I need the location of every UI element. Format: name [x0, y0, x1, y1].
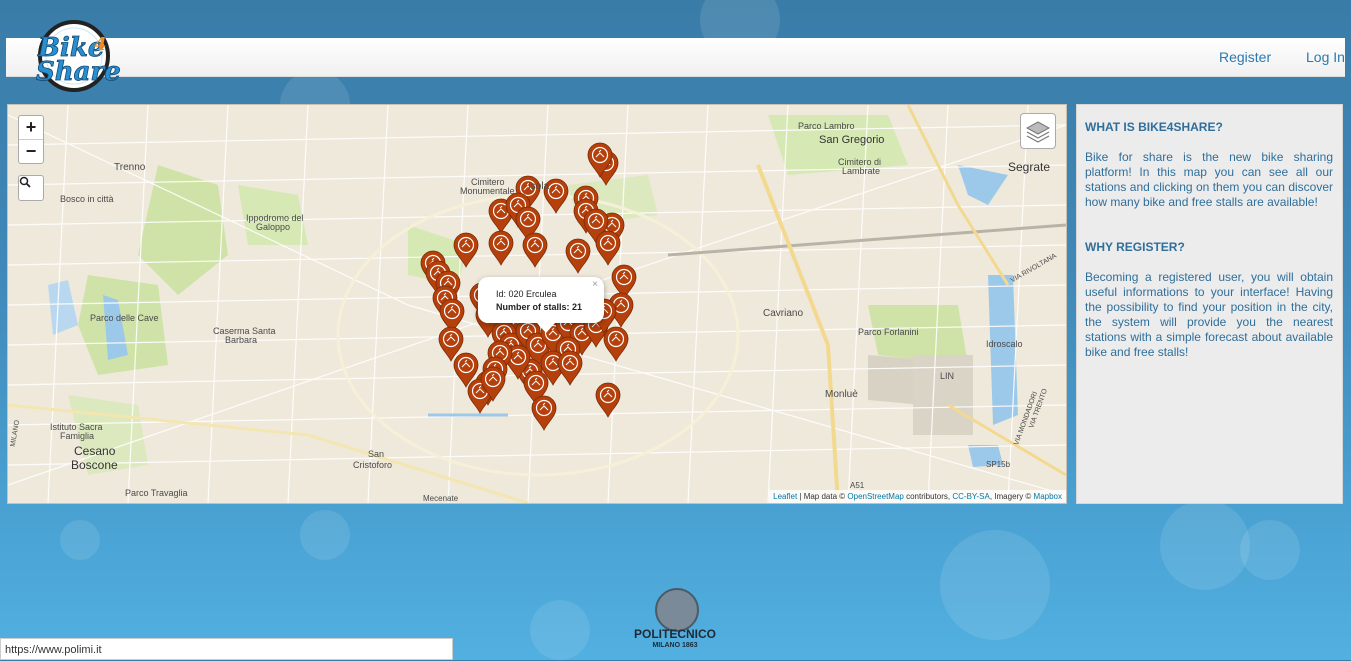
what-is-text: Bike for share is the new bike sharing p… [1085, 150, 1333, 209]
station-popup: × Id: 020 Erculea Number of stalls: 21 [478, 277, 604, 323]
leaflet-link[interactable]: Leaflet [773, 492, 797, 501]
place-label: Famiglia [60, 431, 95, 441]
place-label: San Gregorio [819, 134, 885, 146]
place-label: Mecenate [423, 494, 459, 503]
polimi-subtitle: MILANO 1863 [652, 642, 698, 649]
bg-bubble [940, 530, 1050, 640]
station-marker[interactable] [488, 230, 514, 266]
popup-tip [537, 323, 555, 333]
logo-text-share: Share [36, 57, 121, 87]
place-label: San [368, 449, 385, 459]
place-label: Isola [528, 181, 550, 192]
place-label: Parco Forlanini [858, 327, 919, 337]
station-marker[interactable] [557, 350, 583, 386]
bg-bubble [60, 520, 100, 560]
station-marker[interactable] [531, 395, 557, 431]
osm-link[interactable]: OpenStreetMap [847, 492, 903, 501]
place-label: Idroscalo [986, 339, 1023, 349]
place-label: LIN [940, 371, 955, 381]
attribution-text: contributors, [903, 492, 953, 501]
mapbox-link[interactable]: Mapbox [1034, 492, 1062, 501]
search-icon [19, 176, 31, 188]
place-label: Segrate [1008, 160, 1051, 174]
why-register-title: WHY REGISTER? [1085, 240, 1185, 254]
zoom-control: + − [18, 115, 44, 164]
zoom-in-button[interactable]: + [19, 116, 43, 140]
popup-station-id: Id: 020 Erculea [496, 289, 557, 299]
popup-stalls-count: Number of stalls: 21 [496, 302, 583, 312]
place-label: Bosco in città [60, 194, 114, 204]
station-marker[interactable] [522, 232, 548, 268]
map-attribution: Leaflet | Map data © OpenStreetMap contr… [769, 490, 1066, 503]
station-map[interactable]: Trenno Bosco in città Ippodromo del Galo… [7, 104, 1067, 504]
attribution-text: , Imagery © [989, 492, 1034, 501]
bg-bubble [1240, 520, 1300, 580]
browser-status-url: https://www.polimi.it [0, 638, 453, 660]
place-label: Parco Lambro [798, 121, 855, 131]
station-marker[interactable] [603, 326, 629, 362]
place-label: Parco delle Cave [90, 313, 159, 323]
info-panel: WHAT IS BIKE4SHARE? Bike for share is th… [1076, 104, 1343, 504]
place-label: Trenno [114, 162, 146, 173]
place-label: A51 [850, 481, 865, 490]
place-label: Galoppo [256, 222, 291, 232]
place-label: Monluè [825, 389, 858, 400]
station-marker[interactable] [595, 382, 621, 418]
place-label: Boscone [71, 458, 118, 472]
bg-bubble [530, 600, 590, 660]
zoom-out-button[interactable]: − [19, 140, 43, 163]
place-label: Barbara [225, 335, 258, 345]
polimi-seal[interactable] [655, 588, 699, 632]
place-label: Cavriano [763, 308, 804, 319]
popup-close-button[interactable]: × [592, 279, 598, 290]
what-is-title: WHAT IS BIKE4SHARE? [1085, 120, 1223, 134]
polimi-name: POLITECNICO [633, 627, 716, 641]
layers-control-button[interactable] [1020, 113, 1056, 149]
why-register-text: Becoming a registered user, you will obt… [1085, 270, 1333, 359]
login-link[interactable]: Log In [1306, 49, 1345, 65]
place-label: Cesano [74, 444, 116, 458]
logo-text-4: 4 [94, 34, 107, 55]
register-link[interactable]: Register [1219, 49, 1271, 65]
place-label: Cristoforo [353, 460, 393, 470]
attribution-text: | Map data © [797, 492, 848, 501]
bg-bubble [300, 510, 350, 560]
place-label: Parco Travaglia [125, 488, 188, 498]
top-navbar: Register Log In [6, 38, 1345, 77]
logo-graphic: Bike 4 Share [36, 20, 121, 92]
station-marker[interactable] [595, 230, 621, 266]
bike4share-logo[interactable]: Bike 4 Share [30, 20, 122, 92]
layers-icon [1025, 121, 1051, 143]
place-label: Lambrate [842, 166, 881, 176]
place-label: SP15b [986, 460, 1011, 469]
bg-bubble [1160, 500, 1250, 590]
station-marker[interactable] [565, 238, 591, 274]
map-search-button[interactable] [18, 175, 44, 201]
place-label: Monumentale [460, 186, 515, 196]
license-link[interactable]: CC-BY-SA [952, 492, 990, 501]
